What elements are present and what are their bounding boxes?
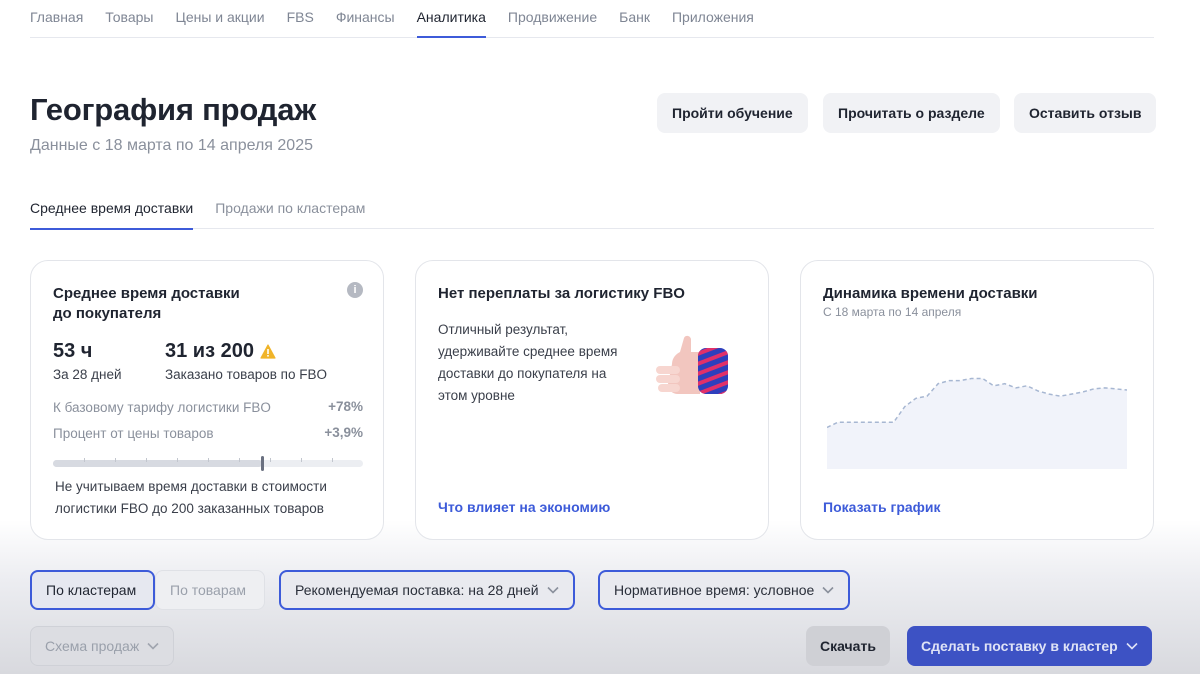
progress-tick <box>84 458 85 462</box>
make-supply-button[interactable]: Сделать поставку в кластер <box>907 626 1152 666</box>
nav-item-bank[interactable]: Банк <box>619 9 650 38</box>
chart-area <box>827 378 1127 469</box>
warning-icon[interactable] <box>260 344 276 359</box>
card-title: Среднее время доставки до покупателя <box>53 284 240 324</box>
price-percent-label: Процент от цены товаров <box>53 426 214 441</box>
leave-feedback-button[interactable]: Оставить отзыв <box>1014 93 1157 133</box>
recommended-supply-select[interactable]: Рекомендуемая поставка: на 28 дней <box>279 570 575 610</box>
tab-sales-by-clusters[interactable]: Продажи по кластерам <box>215 200 365 229</box>
chevron-down-icon <box>822 586 834 594</box>
by-clusters-toggle[interactable]: По кластерам <box>30 570 155 610</box>
nav-item-promotion[interactable]: Продвижение <box>508 9 597 38</box>
sales-scheme-select[interactable]: Схема продаж <box>30 626 175 666</box>
no-overpayment-card: Нет переплаты за логистику FBO Отличный … <box>415 260 769 540</box>
delivery-time-card: Среднее время доставки до покупателя i 5… <box>30 260 384 540</box>
normative-time-select[interactable]: Нормативное время: условное <box>598 570 851 610</box>
delivery-note: Не учитываем время доставки в стоимости … <box>55 479 327 516</box>
thumbs-up-icon <box>656 335 728 394</box>
by-products-toggle[interactable]: По товарам <box>155 570 265 610</box>
download-button[interactable]: Скачать <box>806 626 890 666</box>
make-supply-label: Сделать поставку в кластер <box>921 638 1118 654</box>
chevron-down-icon <box>547 586 559 594</box>
info-icon[interactable]: i <box>347 282 363 298</box>
training-button[interactable]: Пройти обучение <box>657 93 808 133</box>
chevron-down-icon <box>1126 642 1138 650</box>
card-title: Нет переплаты за логистику FBO <box>438 285 685 302</box>
progress-tick <box>301 458 302 462</box>
nav-item-home[interactable]: Главная <box>30 9 83 38</box>
nav-item-prices[interactable]: Цены и акции <box>175 9 264 38</box>
hours-value: 53 ч <box>53 340 93 362</box>
recommended-supply-value: Рекомендуемая поставка: на 28 дней <box>295 582 539 598</box>
price-percent-value: +3,9% <box>324 425 363 440</box>
ordered-value: 31 из 200 <box>165 340 254 362</box>
card-title-line-2: до покупателя <box>53 305 162 322</box>
chevron-down-icon <box>147 642 159 650</box>
progress-tick <box>115 458 116 462</box>
nav-item-analytics[interactable]: Аналитика <box>416 9 487 38</box>
show-chart-link[interactable]: Показать график <box>823 499 941 515</box>
base-tariff-value: +78% <box>328 399 363 414</box>
top-navigation: Главная Товары Цены и акции FBS Финансы … <box>30 0 1154 38</box>
economy-factors-link[interactable]: Что влияет на экономию <box>438 499 610 515</box>
progress-tick <box>270 458 271 462</box>
delivery-dynamics-card: Динамика времени доставки С 18 марта по … <box>800 260 1154 540</box>
nav-item-apps[interactable]: Приложения <box>672 9 754 38</box>
base-tariff-label: К базовому тарифу логистики FBO <box>53 400 271 415</box>
orders-progress-marker <box>261 456 265 471</box>
orders-progress-bar <box>53 456 363 471</box>
nav-item-products[interactable]: Товары <box>105 9 153 38</box>
card-title-line-1: Среднее время доставки <box>53 285 240 302</box>
normative-time-value: Нормативное время: условное <box>614 582 815 598</box>
page-subtitle: Данные с 18 марта по 14 апреля 2025 <box>30 137 313 154</box>
ordered-label: Заказано товаров по FBO <box>165 367 327 382</box>
sales-scheme-label: Схема продаж <box>45 638 140 654</box>
progress-tick <box>146 458 147 462</box>
nav-item-fbs[interactable]: FBS <box>287 9 314 38</box>
progress-tick <box>332 458 333 462</box>
hours-label: За 28 дней <box>53 367 122 382</box>
nav-item-finance[interactable]: Финансы <box>336 9 395 38</box>
section-tabs: Среднее время доставки Продажи по класте… <box>30 200 1154 230</box>
progress-tick <box>208 458 209 462</box>
progress-tick <box>177 458 178 462</box>
page-title: География продаж <box>30 92 317 127</box>
chart-subtitle: С 18 марта по 14 апреля <box>823 305 962 319</box>
progress-tick <box>239 458 240 462</box>
read-about-section-button[interactable]: Прочитать о разделе <box>823 93 1000 133</box>
tab-delivery-time[interactable]: Среднее время доставки <box>30 200 194 230</box>
ordered-metric: 31 из 200 <box>165 340 276 363</box>
card-title: Динамика времени доставки <box>823 285 1038 302</box>
card-description: Отличный результат, удерживайте среднее … <box>438 322 618 403</box>
delivery-dynamics-chart <box>827 377 1127 469</box>
